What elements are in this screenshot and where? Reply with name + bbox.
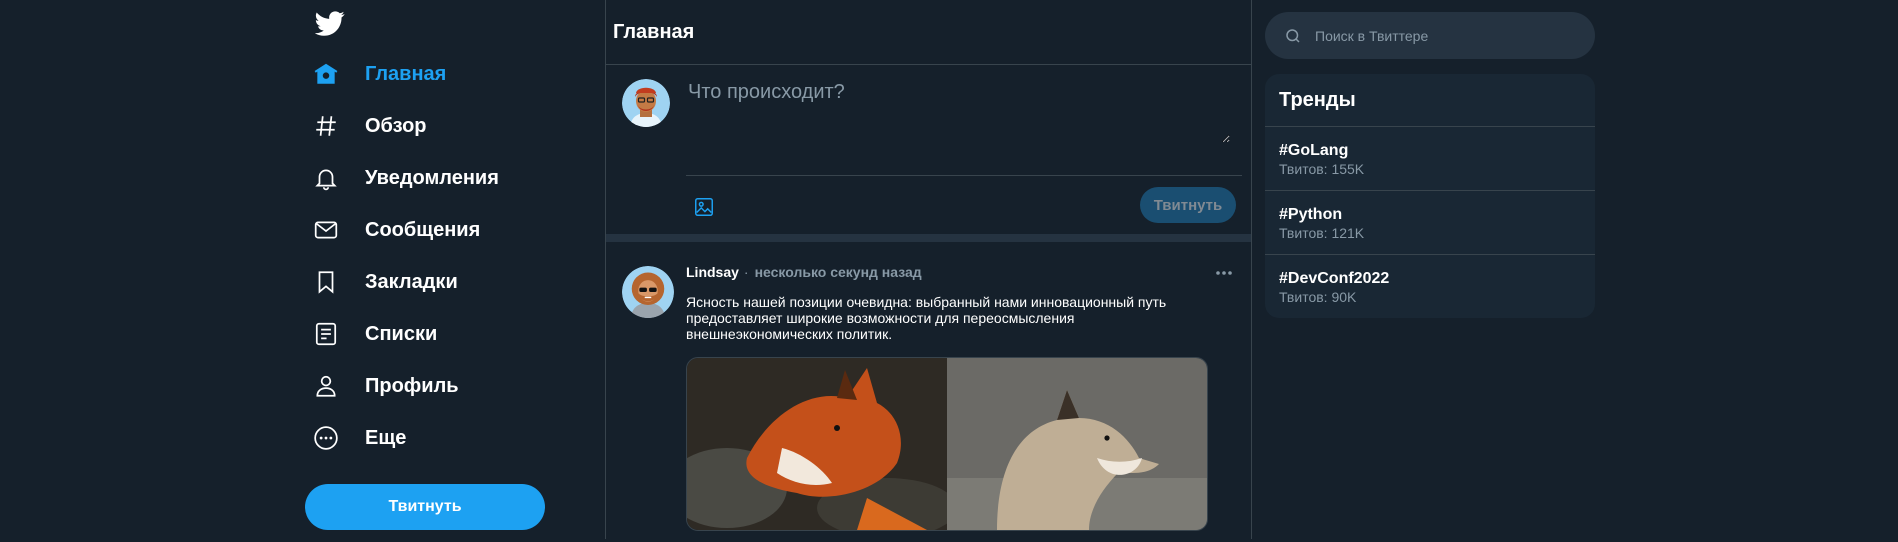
tweet-separator: · bbox=[743, 264, 749, 280]
trend-count: Твитов: 90K bbox=[1279, 289, 1357, 305]
trend-tag: #DevConf2022 bbox=[1279, 270, 1390, 287]
sidebar-item-lists[interactable]: Списки bbox=[305, 312, 437, 356]
compose-divider bbox=[686, 175, 1242, 176]
home-icon bbox=[311, 59, 341, 89]
sidebar-item-notifications[interactable]: Уведомления bbox=[305, 156, 499, 200]
sidebar-tweet-button[interactable]: Твитнуть bbox=[305, 484, 545, 530]
tweet-author[interactable]: Lindsay bbox=[686, 264, 739, 280]
tweet-image-red-fox[interactable] bbox=[687, 358, 957, 530]
main-header: Главная bbox=[606, 0, 1251, 65]
search-icon bbox=[1283, 26, 1303, 46]
left-sidebar: Главная Обзор Уведомления Сообщения Закл… bbox=[305, 0, 605, 539]
compose-tweet-button[interactable]: Твитнуть bbox=[1140, 187, 1236, 223]
search-input[interactable] bbox=[1313, 26, 1587, 45]
list-icon bbox=[311, 319, 341, 349]
trends-panel: Тренды #GoLang Твитов: 155K #Python Твит… bbox=[1265, 74, 1595, 318]
trend-tag: #GoLang bbox=[1279, 142, 1349, 159]
sidebar-item-label: Закладки bbox=[365, 270, 458, 293]
envelope-icon bbox=[311, 215, 341, 245]
sidebar-item-explore[interactable]: Обзор bbox=[305, 104, 427, 148]
tweet[interactable]: Lindsay · несколько секунд назад Ясность… bbox=[606, 242, 1251, 542]
more-horizontal-icon[interactable] bbox=[1212, 264, 1236, 282]
sidebar-item-label: Списки bbox=[365, 322, 438, 345]
trends-title: Тренды bbox=[1265, 74, 1595, 127]
sidebar-item-more[interactable]: Еще bbox=[305, 416, 406, 460]
tweet-timestamp[interactable]: несколько секунд назад bbox=[755, 264, 922, 280]
search-bar[interactable] bbox=[1265, 12, 1595, 59]
tweet-image-grey-fox[interactable] bbox=[947, 358, 1207, 530]
twitter-bird-icon[interactable] bbox=[314, 8, 345, 38]
main-column: Главная Твитнуть bbox=[605, 0, 1252, 539]
avatar[interactable] bbox=[622, 79, 670, 127]
sidebar-item-messages[interactable]: Сообщения bbox=[305, 208, 480, 252]
trend-item[interactable]: #GoLang Твитов: 155K bbox=[1265, 127, 1595, 191]
sidebar-item-home[interactable]: Главная bbox=[305, 52, 446, 96]
image-icon[interactable] bbox=[690, 193, 718, 221]
tweet-header: Lindsay · несколько секунд назад bbox=[686, 264, 922, 280]
trend-item[interactable]: #DevConf2022 Твитов: 90K bbox=[1265, 255, 1595, 318]
compose-box: Твитнуть bbox=[606, 65, 1251, 235]
trend-count: Твитов: 121K bbox=[1279, 225, 1365, 241]
sidebar-item-label: Уведомления bbox=[365, 166, 499, 189]
sidebar-item-label: Обзор bbox=[365, 114, 427, 137]
sidebar-item-label: Профиль bbox=[365, 374, 459, 397]
user-icon bbox=[311, 371, 341, 401]
page-title: Главная bbox=[613, 20, 695, 43]
avatar[interactable] bbox=[622, 266, 674, 318]
bell-icon bbox=[311, 163, 341, 193]
sidebar-item-label: Сообщения bbox=[365, 218, 481, 241]
tweet-text: Ясность нашей позиции очевидна: выбранны… bbox=[686, 294, 1167, 342]
trend-tag: #Python bbox=[1279, 206, 1343, 223]
trend-count: Твитов: 155K bbox=[1279, 161, 1365, 177]
sidebar-item-label: Еще bbox=[365, 426, 407, 449]
bookmark-icon bbox=[311, 267, 341, 297]
sidebar-item-label: Главная bbox=[365, 62, 447, 85]
more-circle-icon bbox=[311, 423, 341, 453]
feed-separator bbox=[606, 234, 1251, 242]
hashtag-icon bbox=[311, 111, 341, 141]
tweet-media[interactable] bbox=[686, 357, 1208, 531]
sidebar-item-profile[interactable]: Профиль bbox=[305, 364, 459, 408]
compose-input[interactable] bbox=[686, 79, 1230, 143]
sidebar-item-bookmarks[interactable]: Закладки bbox=[305, 260, 458, 304]
trend-item[interactable]: #Python Твитов: 121K bbox=[1265, 191, 1595, 255]
